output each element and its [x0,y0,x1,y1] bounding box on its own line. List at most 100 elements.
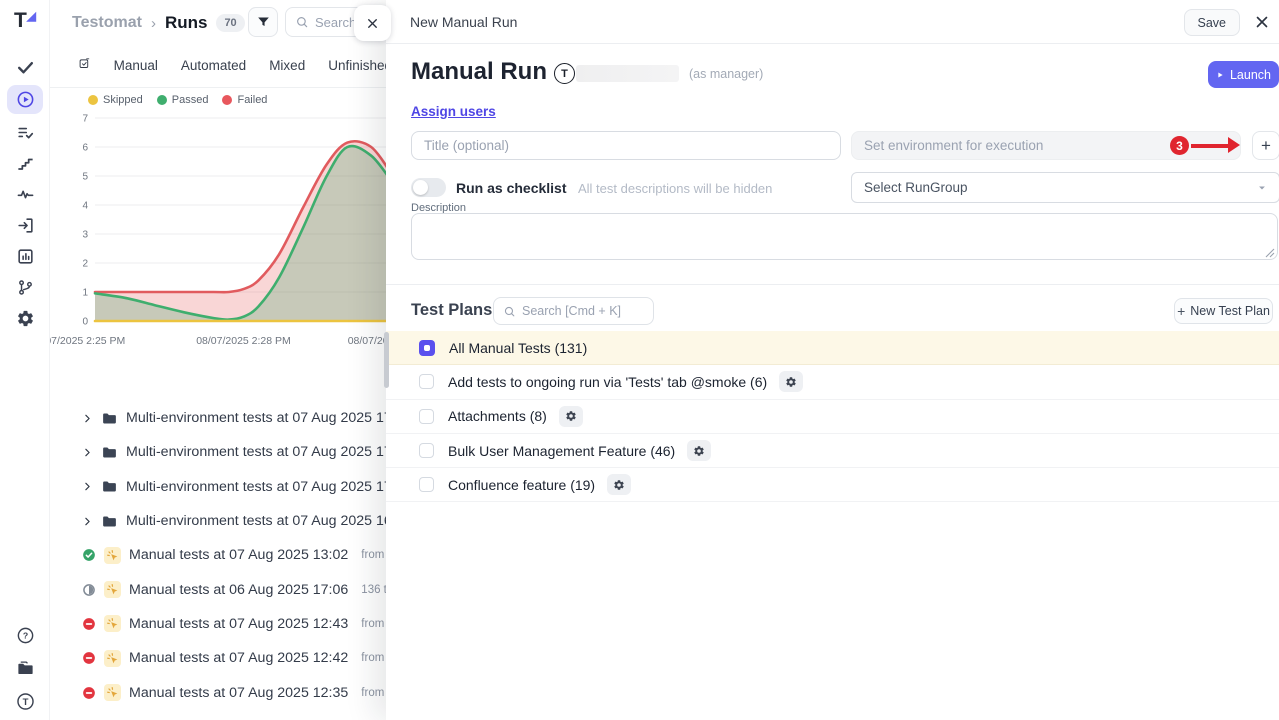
drawer-close-icon[interactable] [1253,13,1271,31]
svg-text:2: 2 [82,259,88,270]
run-label[interactable]: Manual tests at 06 Aug 2025 17:06 [129,582,348,598]
run-label[interactable]: Multi-environment tests at 07 Aug 2025 1… [126,410,392,426]
chevron-right-icon[interactable] [82,516,93,527]
plan-settings-button[interactable] [559,406,583,427]
sidebar-item-report-icon[interactable] [9,243,41,269]
sidebar-item-help-icon[interactable]: ? [9,622,41,648]
add-environment-button[interactable]: + [1252,131,1279,160]
sidebar-item-play-circle-icon[interactable] [7,85,43,114]
annotation-arrow [1191,144,1229,148]
funnel-icon [256,15,271,30]
run-row[interactable]: Manual tests at 07 Aug 2025 12:42from Cu… [50,641,392,675]
annotation-badge: 3 [1170,136,1189,155]
test-plan-label[interactable]: Add tests to ongoing run via 'Tests' tab… [448,374,767,390]
chart-legend: Skipped Passed Failed [88,94,267,106]
title-input[interactable] [411,131,841,160]
run-row[interactable]: Multi-environment tests at 07 Aug 2025 1… [50,435,392,469]
sidebar-item-check-icon[interactable] [9,54,41,80]
checkbox[interactable] [419,374,434,389]
breadcrumb-project[interactable]: Testomat [72,14,142,32]
folder-icon [101,513,118,530]
description-textarea[interactable] [411,213,1278,260]
plan-settings-button[interactable] [779,371,803,392]
run-label[interactable]: Multi-environment tests at 07 Aug 2025 1… [126,513,392,529]
svg-text:1: 1 [82,288,88,299]
search-icon [503,305,516,318]
legend-item-passed[interactable]: Passed [157,94,209,106]
run-row[interactable]: Manual tests at 07 Aug 2025 12:35from Cu… [50,675,392,709]
legend-dot [88,95,98,105]
test-plan-row[interactable]: Attachments (8) [386,400,1279,434]
test-plan-row[interactable]: Add tests to ongoing run via 'Tests' tab… [386,365,1279,399]
chevron-right-icon[interactable] [82,447,93,458]
tab-automated[interactable]: Automated [181,58,246,73]
test-plan-label[interactable]: Bulk User Management Feature (46) [448,443,675,459]
filter-button[interactable] [248,7,278,37]
assign-users-link[interactable]: Assign users [411,104,496,119]
tab-manual[interactable]: Manual [114,58,158,73]
legend-item-failed[interactable]: Failed [222,94,267,106]
folder-icon [101,478,118,495]
tab-unfinished[interactable]: Unfinished [328,58,392,73]
breadcrumb-page[interactable]: Runs [165,13,208,33]
folder-icon [101,410,118,427]
chevron-right-icon[interactable] [82,481,93,492]
resize-grip-icon[interactable] [1265,248,1275,258]
legend-dot [222,95,232,105]
save-button[interactable]: Save [1184,9,1241,36]
sidebar-item-stairs-icon[interactable] [9,150,41,176]
breadcrumb-separator: › [151,15,156,32]
plan-settings-button[interactable] [687,440,711,461]
plan-settings-button[interactable] [607,474,631,495]
run-label[interactable]: Manual tests at 07 Aug 2025 13:02 [129,547,348,563]
run-row[interactable]: Multi-environment tests at 07 Aug 2025 1… [50,470,392,504]
launch-button[interactable]: Launch [1208,61,1279,88]
manual-run-icon [104,581,121,598]
test-plan-row[interactable]: Confluence feature (19) [386,468,1279,502]
rungroup-value: Select RunGroup [864,180,968,195]
legend-item-skipped[interactable]: Skipped [88,94,143,106]
checkbox-checked[interactable] [419,340,435,356]
run-row[interactable]: Manual tests at 06 Aug 2025 17:06136 tes… [50,572,392,606]
sidebar-item-list-check-icon[interactable] [9,119,41,145]
run-label[interactable]: Manual tests at 07 Aug 2025 12:42 [129,650,348,666]
svg-text:?: ? [22,630,27,640]
sidebar-item-gear-icon[interactable] [9,305,41,331]
run-row[interactable]: Manual tests at 07 Aug 2025 13:02from Cu… [50,538,392,572]
new-test-plan-button[interactable]: + New Test Plan [1174,298,1273,324]
run-row[interactable]: Multi-environment tests at 07 Aug 2025 1… [50,401,392,435]
test-plan-row[interactable]: Bulk User Management Feature (46) [386,434,1279,468]
run-label[interactable]: Multi-environment tests at 07 Aug 2025 1… [126,444,392,460]
test-plan-label[interactable]: Attachments (8) [448,408,547,424]
status-passed-icon [82,548,96,562]
app-logo[interactable]: T◢ [0,9,50,33]
sidebar-item-branch-icon[interactable] [9,274,41,300]
checkbox[interactable] [419,477,434,492]
manual-run-icon [104,650,121,667]
run-label[interactable]: Multi-environment tests at 07 Aug 2025 1… [126,479,392,495]
test-plans-search-input[interactable] [522,304,640,318]
sidebar-item-pulse-icon[interactable] [9,181,41,207]
test-plans-search[interactable] [493,297,654,325]
test-plan-row[interactable]: All Manual Tests (131) [386,331,1279,365]
panel-scrollbar[interactable] [384,332,389,388]
gear-icon [693,445,705,457]
sidebar-item-import-icon[interactable] [9,212,41,238]
run-label[interactable]: Manual tests at 07 Aug 2025 12:43 [129,616,348,632]
sidebar-item-logo-circle-icon[interactable]: T [9,688,41,714]
run-as-checklist-toggle[interactable] [411,178,446,197]
sidebar-item-projects-folder-icon[interactable] [9,655,41,681]
checkbox[interactable] [419,409,434,424]
tab-mixed[interactable]: Mixed [269,58,305,73]
svg-text:08/07/2025 2:25 PM: 08/07/2025 2:25 PM [50,335,125,347]
search-clear-button[interactable] [354,5,391,41]
checkbox[interactable] [419,443,434,458]
run-row[interactable]: Manual tests at 07 Aug 2025 12:43from Cu… [50,607,392,641]
chevron-right-icon[interactable] [82,413,93,424]
test-plan-label[interactable]: All Manual Tests (131) [449,340,587,356]
run-row[interactable]: Multi-environment tests at 07 Aug 2025 1… [50,504,392,538]
run-label[interactable]: Manual tests at 07 Aug 2025 12:35 [129,685,348,701]
select-all-icon[interactable] [78,57,91,74]
test-plan-label[interactable]: Confluence feature (19) [448,477,595,493]
rungroup-select[interactable]: Select RunGroup [851,172,1279,203]
